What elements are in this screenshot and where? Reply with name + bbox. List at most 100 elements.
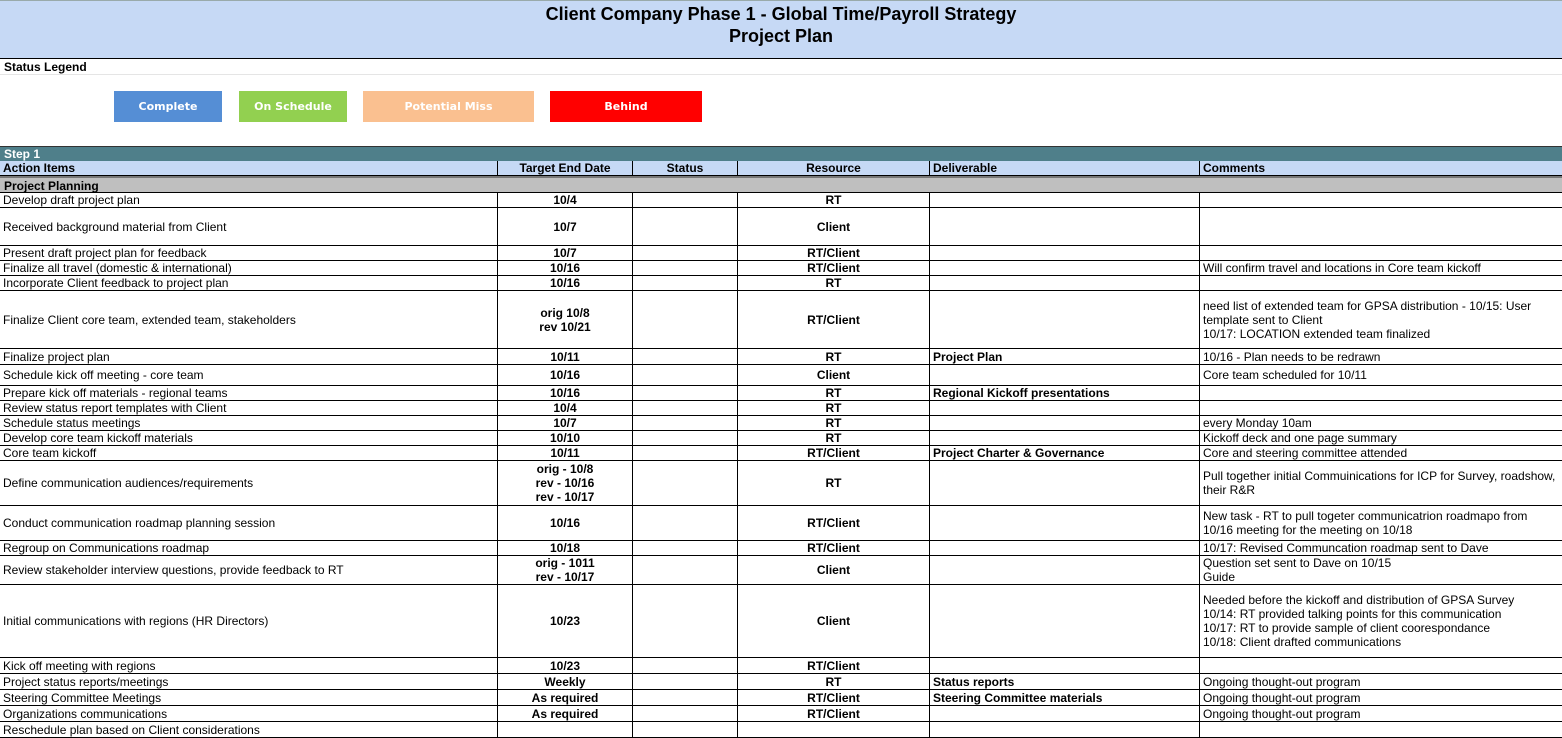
deliverable-cell: Status reports [930,674,1200,689]
deliverable-cell: Steering Committee materials [930,690,1200,705]
col-action-items: Action Items [0,161,498,175]
status-cell [633,416,738,430]
status-cell [633,431,738,445]
legend-on-schedule: On Schedule [239,91,347,122]
target-date-cell: orig - 10/8 rev - 10/16 rev - 10/17 [498,461,633,505]
action-item-cell: Initial communications with regions (HR … [0,585,498,657]
target-date-cell: As required [498,690,633,705]
comments-cell [1200,276,1562,290]
comment-line: Kickoff deck and one page summary [1203,431,1397,445]
comments-cell [1200,401,1562,415]
table-row: Reschedule plan based on Client consider… [0,722,1562,738]
resource-cell: Client [738,208,930,245]
deliverable-cell [930,506,1200,540]
action-item-cell: Schedule status meetings [0,416,498,430]
table-row: Finalize project plan 10/11 RT Project Plan… [0,349,1562,365]
target-date-cell: 10/23 [498,585,633,657]
deliverable-cell [930,585,1200,657]
table-row: Schedule kick off meeting - core team 10/… [0,365,1562,386]
legend-potential-miss: Potential Miss [363,91,534,122]
legend-complete: Complete [114,91,222,122]
target-date-line: 10/23 [549,614,581,628]
comments-cell [1200,658,1562,673]
comment-line: Ongoing thought-out program [1203,674,1361,689]
target-date-cell: orig - 1011 rev - 10/17 [498,556,633,584]
comment-line: 10/17: RT to provide sample of client co… [1203,621,1491,635]
deliverable-cell [930,431,1200,445]
target-date-cell: 10/16 [498,276,633,290]
col-target-end-date: Target End Date [498,161,633,175]
comment-line: 10/16 - Plan needs to be redrawn [1203,349,1381,364]
target-date-line: 10/7 [553,246,577,260]
action-item-cell: Finalize project plan [0,349,498,364]
status-cell [633,276,738,290]
status-cell [633,722,738,737]
deliverable-cell [930,658,1200,673]
comment-line: New task - RT to pull togeter communicat… [1203,509,1528,537]
deliverable-cell [930,706,1200,721]
resource-cell: Client [738,556,930,584]
comments-cell: Ongoing thought-out program [1200,674,1562,689]
action-item-cell: Kick off meeting with regions [0,658,498,673]
status-cell [633,365,738,385]
status-cell [633,349,738,364]
status-cell [633,706,738,721]
action-item-cell: Review status report templates with Clie… [0,401,498,415]
table-row: Finalize all travel (domestic & internat… [0,261,1562,276]
page-subtitle: Project Plan [728,26,834,46]
target-date-cell: 10/4 [498,401,633,415]
table-row: Develop core team kickoff materials 10/10… [0,431,1562,446]
target-date-cell: 10/16 [498,261,633,275]
action-item-cell: Regroup on Communications roadmap [0,541,498,555]
comments-cell: Will confirm travel and locations in Cor… [1200,261,1562,275]
action-item-cell: Core team kickoff [0,446,498,460]
comment-line: Ongoing thought-out program [1203,690,1361,705]
resource-cell: RT [738,193,930,207]
action-item-cell: Organizations communications [0,706,498,721]
target-date-line: 10/7 [553,219,577,234]
target-date-line: As required [531,706,599,721]
resource-cell: RT [738,416,930,430]
step-header: Step 1 [0,146,1562,161]
resource-cell: RT/Client [738,291,930,348]
action-item-cell: Prepare kick off materials - regional te… [0,386,498,400]
target-date-line: rev 10/21 [539,319,591,334]
deliverable-cell: Project Plan [930,349,1200,364]
title-band: Client Company Phase 1 - Global Time/Pay… [0,0,1562,59]
resource-cell [738,722,930,737]
action-item-cell: Conduct communication roadmap planning s… [0,506,498,540]
comment-line: Will confirm travel and locations in Cor… [1203,261,1481,275]
target-date-cell: 10/11 [498,349,633,364]
table-row: Project status reports/meetings Weekly RT S… [0,674,1562,690]
target-date-cell: 10/7 [498,246,633,260]
comments-cell: every Monday 10am [1200,416,1562,430]
comment-line: Question set sent to Dave on 10/15 [1203,556,1392,570]
status-cell [633,193,738,207]
resource-cell: RT/Client [738,541,930,555]
comments-cell: Pull together initial Commuinications fo… [1200,461,1562,505]
comment-line: Needed before the kickoff and distributi… [1203,593,1515,607]
table-row: Kick off meeting with regions 10/23 RT/Cli… [0,658,1562,674]
target-date-line: 10/16 [549,386,581,400]
target-date-line: 10/16 [549,261,581,275]
comment-line: Core team scheduled for 10/11 [1203,368,1367,382]
target-date-cell: 10/11 [498,446,633,460]
action-item-cell: Received background material from Client [0,208,498,245]
table-row: Steering Committee Meetings As required RT… [0,690,1562,706]
action-item-cell: Schedule kick off meeting - core team [0,365,498,385]
deliverable-cell [930,416,1200,430]
comment-line: Core and steering committee attended [1203,446,1408,460]
table-row: Conduct communication roadmap planning s… [0,506,1562,541]
deliverable-cell [930,246,1200,260]
resource-cell: RT/Client [738,690,930,705]
target-date-line: 10/16 [549,516,581,530]
resource-cell: RT/Client [738,446,930,460]
status-cell [633,461,738,505]
legend-behind: Behind [550,91,702,122]
target-date-line: orig 10/8 [540,305,590,320]
target-date-line: 10/23 [549,658,581,673]
target-date-line: 10/16 [549,276,581,290]
target-date-cell: Weekly [498,674,633,689]
target-date-cell: 10/4 [498,193,633,207]
status-cell [633,261,738,275]
